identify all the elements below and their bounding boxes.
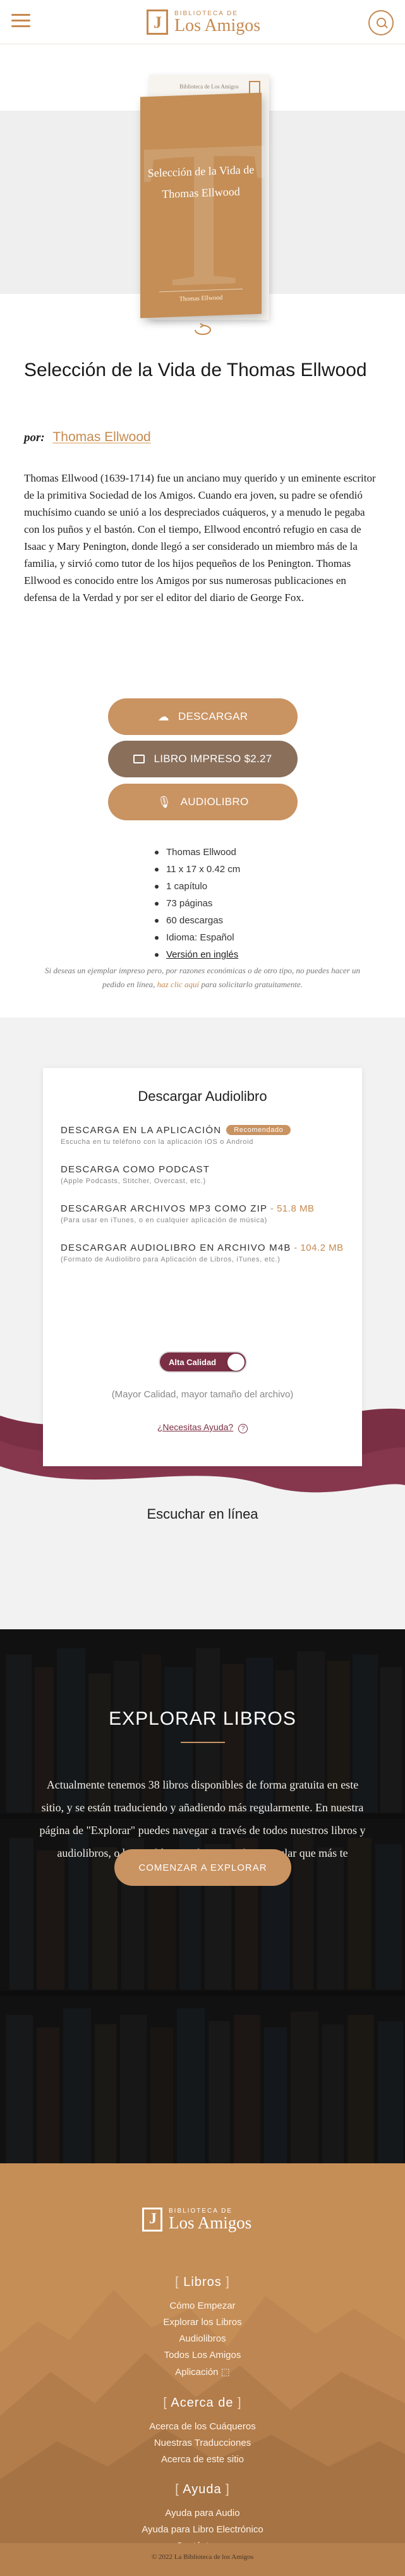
audio-download-card: Descargar Audiolibro DESCARGA EN LA APLI… xyxy=(43,1068,362,1466)
menu-icon[interactable] xyxy=(11,14,37,32)
download-button[interactable]: ☁ DESCARGAR xyxy=(108,698,298,735)
option-subtitle: (Para usar en iTunes, o en cualquier apl… xyxy=(61,1217,267,1224)
option-title: DESCARGAR AUDIOLIBRO EN ARCHIVO M4B xyxy=(61,1242,291,1253)
footer-section-about-title: [ Acerca de ] xyxy=(163,2396,242,2410)
footer-link[interactable]: Acerca de este sitio xyxy=(0,2454,405,2465)
site-footer: BIBLIOTECA DE Los Amigos [ Libros ] Cómo… xyxy=(0,2163,405,2576)
option-title: DESCARGA COMO PODCAST xyxy=(61,1164,210,1175)
footer-logo-big: Los Amigos xyxy=(169,2213,252,2232)
quality-caption: (Mayor Calidad, mayor tamaño del archivo… xyxy=(111,1389,294,1400)
download-label: DESCARGAR xyxy=(178,710,248,722)
site-logo[interactable]: BIBLIOTECA DE Los Amigos xyxy=(147,8,260,37)
option-subtitle: Escucha en tu teléfono con la aplicación… xyxy=(61,1138,254,1146)
question-icon: ? xyxy=(238,1424,248,1433)
download-podcast-option[interactable]: DESCARGA COMO PODCAST (Apple Podcasts, S… xyxy=(61,1164,351,1185)
option-title: DESCARGAR ARCHIVOS MP3 COMO ZIP xyxy=(61,1203,268,1214)
logo-big-text: Los Amigos xyxy=(174,15,261,35)
audio-label: AUDIOLIBRO xyxy=(180,796,249,808)
footer-section-help-title: [ Ayuda ] xyxy=(175,2482,230,2496)
listen-online-heading: Escuchar en línea xyxy=(147,1506,258,1522)
footer-link[interactable]: Todos Los Amigos xyxy=(0,2350,405,2360)
footer-link[interactable]: Ayuda para Libro Electrónico xyxy=(0,2524,405,2535)
explore-divider xyxy=(181,1742,225,1743)
logo-mark-icon xyxy=(147,9,168,35)
byline: por: Thomas Ellwood xyxy=(24,430,151,445)
spec-language: Idioma: Español xyxy=(155,929,240,946)
author-link[interactable]: Thomas Ellwood xyxy=(52,430,150,444)
spec-author: Thomas Ellwood xyxy=(155,844,240,861)
option-size: 51.8 MB xyxy=(277,1203,315,1214)
spec-dimensions: 11 x 17 x 0.42 cm xyxy=(155,861,240,878)
note-tail: para solicitarlo gratuitamente. xyxy=(201,980,303,989)
book-specs: Thomas Ellwood 11 x 17 x 0.42 cm 1 capít… xyxy=(155,844,240,963)
option-subtitle: (Formato de Audiolibro para Aplicación d… xyxy=(61,1256,281,1263)
english-version-link[interactable]: Versión en inglés xyxy=(155,946,240,963)
footer-link[interactable]: Cómo Empezar xyxy=(0,2300,405,2311)
book-title: Selección de la Vida de Thomas Ellwood xyxy=(24,360,367,380)
print-label: LIBRO IMPRESO $2.27 xyxy=(154,753,272,765)
footer-link[interactable]: Ayuda para Audio xyxy=(0,2508,405,2518)
free-copy-note: Si deseas un ejemplar impreso pero, por … xyxy=(43,964,362,992)
search-icon[interactable] xyxy=(368,10,394,35)
microphone-icon: 🎙 xyxy=(157,795,172,808)
spec-chapters: 1 capítulo xyxy=(155,878,240,895)
toggle-knob xyxy=(227,1354,245,1371)
spec-pages: 73 páginas xyxy=(155,895,240,912)
footer-link[interactable]: Acerca de los Cuáqueros xyxy=(0,2421,405,2432)
footer-section-books-title: [ Libros ] xyxy=(175,2275,230,2289)
option-size: 104.2 MB xyxy=(300,1242,344,1253)
download-mp3-zip-option[interactable]: DESCARGAR ARCHIVOS MP3 COMO ZIP - 51.8 M… xyxy=(61,1203,351,1224)
option-title: DESCARGA EN LA APLICACIÓN xyxy=(61,1125,222,1136)
cover-letter-watermark: T xyxy=(140,97,268,332)
footer-logo-mark-icon xyxy=(142,2208,162,2232)
book-icon xyxy=(133,755,145,763)
spec-downloads: 60 descargas xyxy=(155,912,240,929)
copyright-text: © 2022 La Biblioteca de los Amigos xyxy=(151,2553,254,2561)
quality-toggle-label: Alta Calidad xyxy=(169,1358,217,1367)
download-app-option[interactable]: DESCARGA EN LA APLICACIÓN Recomendado Esc… xyxy=(61,1125,351,1146)
cloud-download-icon: ☁ xyxy=(157,710,169,723)
book-description: Thomas Ellwood (1639-1714) fue un ancian… xyxy=(24,472,376,604)
by-label: por: xyxy=(24,431,45,444)
audio-heading: Descargar Audiolibro xyxy=(138,1088,267,1104)
explore-heading: EXPLORAR LIBROS xyxy=(109,1708,296,1729)
footer-link[interactable]: Nuestras Traducciones xyxy=(0,2438,405,2448)
recommended-badge: Recomendado xyxy=(226,1125,291,1135)
option-subtitle: (Apple Podcasts, Stitcher, Overcast, etc… xyxy=(61,1177,206,1185)
footer-link[interactable]: Aplicación ⬚ xyxy=(0,2366,405,2378)
cover-title: Selección de la Vida de Thomas Ellwood xyxy=(147,163,255,201)
help-link[interactable]: ¿Necesitas Ayuda?? xyxy=(43,1422,362,1433)
site-header: BIBLIOTECA DE Los Amigos xyxy=(0,0,405,44)
audiobook-button[interactable]: 🎙 AUDIOLIBRO xyxy=(108,784,298,820)
quality-toggle[interactable]: Alta Calidad xyxy=(159,1351,247,1373)
footer-link[interactable]: Audiolibros xyxy=(0,2333,405,2344)
download-m4b-option[interactable]: DESCARGAR AUDIOLIBRO EN ARCHIVO M4B - 10… xyxy=(61,1242,351,1263)
print-book-button[interactable]: LIBRO IMPRESO $2.27 xyxy=(108,741,298,777)
footer-logo[interactable]: BIBLIOTECA DE Los Amigos xyxy=(142,2208,251,2232)
help-label: ¿Necesitas Ayuda? xyxy=(157,1422,234,1432)
book-front-cover[interactable]: T Selección de la Vida de Thomas Ellwood… xyxy=(140,92,268,332)
start-explore-button[interactable]: COMENZAR A EXPLORAR xyxy=(114,1849,291,1886)
explore-section: EXPLORAR LIBROS Actualmente tenemos 38 l… xyxy=(0,1629,405,2163)
footer-link[interactable]: Explorar los Libros xyxy=(0,2317,405,2328)
note-link[interactable]: haz clic aquí xyxy=(157,980,199,989)
rotate-book-icon[interactable] xyxy=(191,322,214,337)
